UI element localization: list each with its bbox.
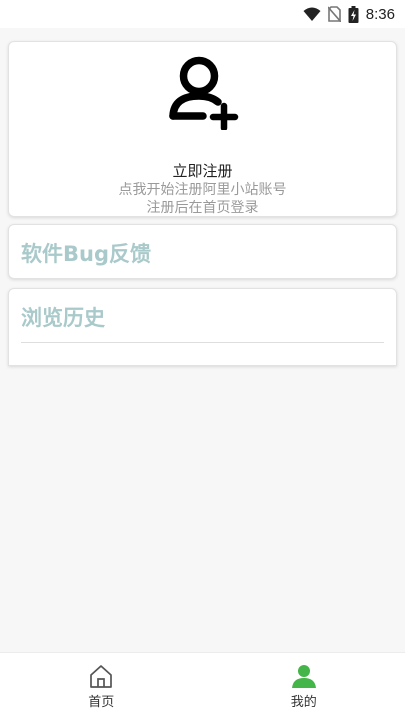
wifi-icon — [303, 7, 321, 21]
no-sim-icon — [327, 6, 341, 22]
bug-report-card[interactable]: 软件Bug反馈 — [8, 224, 397, 279]
register-subtitle: 点我开始注册阿里小站账号 — [118, 182, 287, 198]
nav-label-home: 首页 — [88, 695, 115, 710]
bottom-nav: 首页 我的 — [0, 652, 405, 720]
bug-report-label: 软件Bug反馈 — [21, 242, 151, 266]
history-label: 浏览历史 — [21, 306, 105, 330]
home-icon — [90, 665, 113, 688]
register-card[interactable]: 立即注册 点我开始注册阿里小站账号 注册后在首页登录 — [8, 41, 397, 217]
register-title: 立即注册 — [172, 162, 233, 180]
nav-label-mine: 我的 — [290, 695, 317, 710]
history-card[interactable]: 浏览历史 — [8, 288, 397, 366]
status-time: 8:36 — [365, 5, 395, 23]
register-hint: 注册后在首页登录 — [146, 200, 259, 216]
user-icon — [291, 665, 316, 688]
nav-item-mine[interactable]: 我的 — [203, 653, 405, 720]
history-divider — [21, 342, 384, 343]
nav-item-home[interactable]: 首页 — [0, 653, 203, 720]
mine-page: 立即注册 点我开始注册阿里小站账号 注册后在首页登录 软件Bug反馈 浏览历史 — [0, 28, 405, 652]
battery-charging-icon — [348, 5, 359, 23]
status-bar: 8:36 — [0, 0, 405, 28]
add-user-icon — [169, 56, 239, 130]
